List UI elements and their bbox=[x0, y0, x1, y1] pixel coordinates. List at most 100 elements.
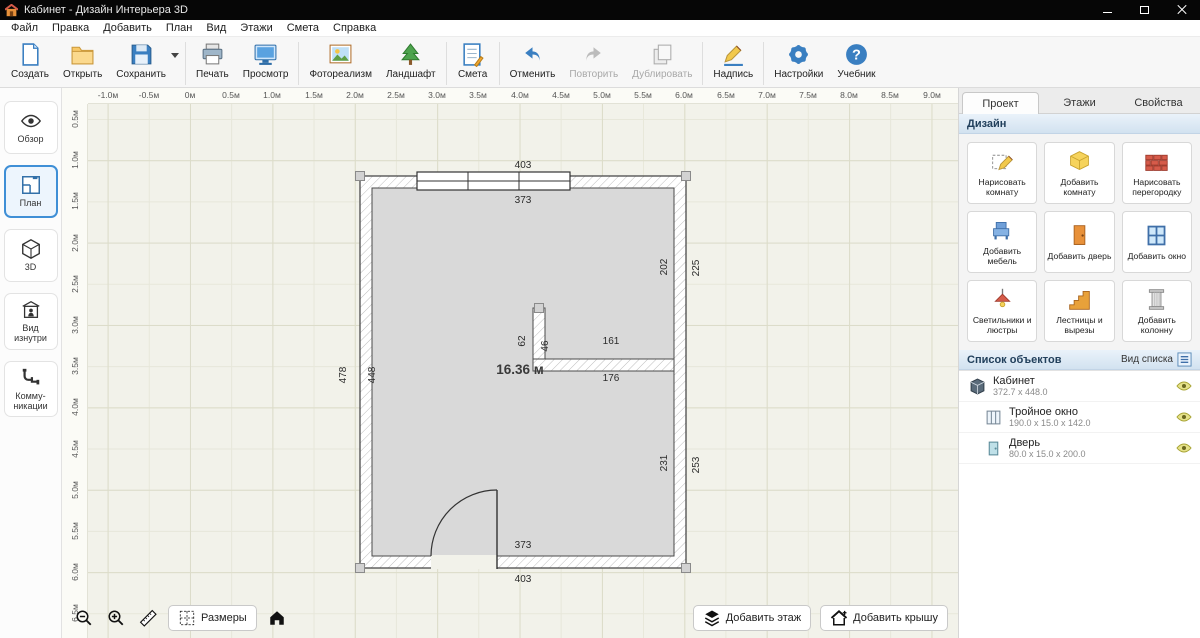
vertical-ruler: 0.5м 1.0м 1.5м 2.0м 2.5м 3.0м 3.5м 4.0м … bbox=[62, 104, 88, 638]
ruler-tick: 2.0м bbox=[70, 234, 80, 252]
text-label-button[interactable]: Надпись bbox=[706, 40, 760, 80]
ruler-tick: 3.5м bbox=[469, 90, 487, 100]
minimize-button[interactable] bbox=[1089, 0, 1126, 20]
menu-item-floors[interactable]: Этажи bbox=[233, 20, 279, 36]
cube-3d-icon bbox=[20, 238, 42, 260]
column-icon bbox=[1144, 287, 1169, 312]
measure-ruler-button[interactable] bbox=[136, 606, 160, 630]
object-name: Тройное окно bbox=[1009, 406, 1091, 418]
add-furniture-button[interactable]: Добавить мебель bbox=[967, 211, 1037, 273]
interior-wall-horizontal[interactable] bbox=[533, 359, 674, 371]
redo-button[interactable]: Повторить bbox=[562, 40, 625, 80]
tab-floors[interactable]: Этажи bbox=[1041, 91, 1118, 113]
canvas-tools-left: Размеры bbox=[72, 605, 289, 631]
add-window-button[interactable]: Добавить окно bbox=[1122, 211, 1192, 273]
open-button[interactable]: Открыть bbox=[56, 40, 109, 80]
main-toolbar: Создать Открыть Сохранить Печать Просмот… bbox=[0, 37, 1200, 88]
dim-mid-below: 176 bbox=[603, 373, 620, 384]
visibility-eye-icon[interactable] bbox=[1176, 409, 1192, 425]
pipes-icon bbox=[20, 367, 42, 389]
ruler-tick: 8.5м bbox=[881, 90, 899, 100]
print-button[interactable]: Печать bbox=[189, 40, 236, 80]
sidebar-item-plan[interactable]: План bbox=[4, 165, 58, 218]
add-room-icon bbox=[1067, 149, 1092, 174]
app-window: Кабинет - Дизайн Интерьера 3D Файл Правк… bbox=[0, 0, 1200, 638]
sidebar-item-interior-view[interactable]: Вид изнутри bbox=[4, 293, 58, 350]
add-roof-button[interactable]: Добавить крышу bbox=[820, 605, 948, 631]
window-symbol[interactable] bbox=[417, 172, 570, 190]
zoom-in-button[interactable] bbox=[104, 606, 128, 630]
close-button[interactable] bbox=[1163, 0, 1200, 20]
duplicate-pages-icon bbox=[650, 42, 675, 67]
dimensions-icon bbox=[178, 609, 196, 627]
object-box-icon bbox=[969, 378, 986, 395]
dim-mid-above: 161 bbox=[603, 336, 620, 347]
object-text: Дверь 80.0 x 15.0 x 200.0 bbox=[1009, 437, 1086, 459]
dim-top-outer: 403 bbox=[515, 160, 532, 171]
toolbar-separator bbox=[185, 42, 186, 85]
home-button[interactable] bbox=[265, 606, 289, 630]
menu-item-plan[interactable]: План bbox=[159, 20, 200, 36]
sidebar-item-3d[interactable]: 3D bbox=[4, 229, 58, 282]
floor-plan[interactable]: 403 373 478 448 202 225 161 176 62 46 23… bbox=[88, 104, 958, 638]
plan-canvas[interactable]: -1.0м -0.5м 0м 0.5м 1.0м 1.5м 2.0м 2.5м … bbox=[62, 88, 958, 638]
landscape-button[interactable]: Ландшафт bbox=[379, 40, 443, 80]
menu-item-help[interactable]: Справка bbox=[326, 20, 383, 36]
visibility-eye-icon[interactable] bbox=[1176, 378, 1192, 394]
undo-button[interactable]: Отменить bbox=[503, 40, 563, 80]
new-document-icon bbox=[18, 42, 43, 67]
tab-properties[interactable]: Свойства bbox=[1120, 91, 1197, 113]
menu-item-estimate[interactable]: Смета bbox=[280, 20, 326, 36]
object-name: Дверь bbox=[1009, 437, 1086, 449]
settings-button[interactable]: Настройки bbox=[767, 40, 830, 80]
add-column-button[interactable]: Добавить колонну bbox=[1122, 280, 1192, 342]
preview-button[interactable]: Просмотр bbox=[236, 40, 296, 80]
object-item-door[interactable]: Дверь 80.0 x 15.0 x 200.0 bbox=[959, 433, 1200, 464]
dim-top-inner: 373 bbox=[515, 195, 532, 206]
floor-plan-icon bbox=[20, 174, 42, 196]
draw-room-button[interactable]: Нарисовать комнату bbox=[967, 142, 1037, 204]
ruler-tick: 4.0м bbox=[511, 90, 529, 100]
toolbar-separator bbox=[298, 42, 299, 85]
create-button[interactable]: Создать bbox=[4, 40, 56, 80]
sidebar-item-overview[interactable]: Обзор bbox=[4, 101, 58, 154]
object-door-icon bbox=[985, 440, 1002, 457]
save-floppy-icon bbox=[129, 42, 154, 67]
draw-partition-button[interactable]: Нарисовать перегородку bbox=[1122, 142, 1192, 204]
sidebar-item-communications[interactable]: Комму-никации bbox=[4, 361, 58, 418]
close-icon bbox=[1177, 5, 1187, 15]
menu-item-add[interactable]: Добавить bbox=[96, 20, 159, 36]
drawing-grid[interactable]: 403 373 478 448 202 225 161 176 62 46 23… bbox=[88, 104, 958, 638]
save-button[interactable]: Сохранить bbox=[109, 40, 173, 80]
add-room-button[interactable]: Добавить комнату bbox=[1044, 142, 1114, 204]
object-item-window[interactable]: Тройное окно 190.0 x 15.0 x 142.0 bbox=[959, 402, 1200, 433]
add-floor-button[interactable]: Добавить этаж bbox=[693, 605, 811, 631]
tree-icon bbox=[398, 42, 423, 67]
lights-button[interactable]: Светильники и люстры bbox=[967, 280, 1037, 342]
add-door-button[interactable]: Добавить дверь bbox=[1044, 211, 1114, 273]
menu-item-view[interactable]: Вид bbox=[199, 20, 233, 36]
dimensions-toggle-button[interactable]: Размеры bbox=[168, 605, 257, 631]
stairs-button[interactable]: Лестницы и вырезы bbox=[1044, 280, 1114, 342]
tutorial-button[interactable]: ? Учебник bbox=[830, 40, 882, 80]
design-header-label: Дизайн bbox=[967, 118, 1006, 130]
menu-item-edit[interactable]: Правка bbox=[45, 20, 96, 36]
object-item-room[interactable]: Кабинет 372.7 x 448.0 bbox=[959, 371, 1200, 402]
design-buttons-grid: Нарисовать комнату Добавить комнату Нари… bbox=[959, 134, 1200, 350]
list-view-control[interactable]: Вид списка bbox=[1121, 352, 1192, 367]
zoom-out-button[interactable] bbox=[72, 606, 96, 630]
add-floor-icon bbox=[703, 609, 721, 627]
duplicate-button[interactable]: Дублировать bbox=[625, 40, 699, 80]
ruler-tick: 9.0м bbox=[923, 90, 941, 100]
printer-icon bbox=[200, 42, 225, 67]
save-dropdown-icon[interactable] bbox=[171, 53, 179, 58]
ruler-tick: 4.5м bbox=[552, 90, 570, 100]
visibility-eye-icon[interactable] bbox=[1176, 440, 1192, 456]
estimate-button[interactable]: Смета bbox=[450, 40, 496, 80]
maximize-button[interactable] bbox=[1126, 0, 1163, 20]
ruler-tick: 2.5м bbox=[387, 90, 405, 100]
tab-project[interactable]: Проект bbox=[962, 92, 1039, 114]
menu-item-file[interactable]: Файл bbox=[4, 20, 45, 36]
photorealism-button[interactable]: Фотореализм bbox=[302, 40, 379, 80]
open-folder-icon bbox=[70, 42, 95, 67]
